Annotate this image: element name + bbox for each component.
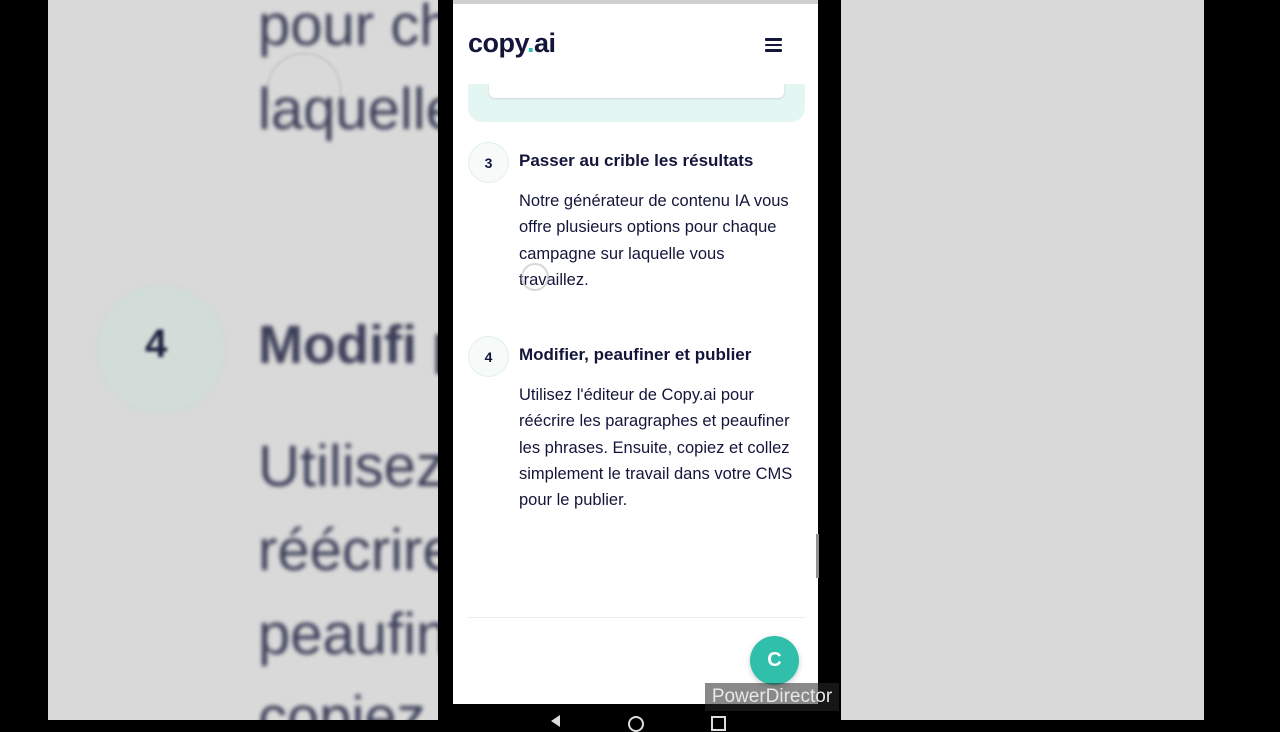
step-description: Notre générateur de contenu IA vous offr… — [519, 192, 789, 289]
site-header: copy.ai — [453, 4, 818, 84]
recents-icon[interactable] — [711, 716, 726, 731]
step-description: Utilisez l'éditeur de Copy.ai pour réécr… — [519, 386, 793, 510]
step-title: Passer au crible les résultats — [519, 151, 754, 170]
scrollbar[interactable] — [816, 534, 819, 578]
previous-step-card — [468, 84, 805, 122]
chat-icon: C — [767, 649, 782, 671]
logo-dot: . — [527, 28, 535, 58]
phone-frame: copy.ai 3 Passer au crible les résultats… — [438, 0, 841, 720]
hamburger-menu-icon[interactable] — [765, 38, 782, 52]
phone-screen: copy.ai 3 Passer au crible les résultats… — [453, 0, 818, 704]
step-number-badge: 4 — [468, 336, 509, 377]
background-step-number: 4 — [145, 322, 168, 366]
section-divider — [468, 617, 805, 618]
copyai-logo[interactable]: copy.ai — [468, 28, 556, 59]
chat-button[interactable]: C — [750, 636, 799, 685]
back-icon[interactable] — [551, 715, 560, 727]
step-title: Modifier, peaufiner et publier — [519, 345, 752, 364]
card-inner-panel — [489, 84, 784, 98]
powerdirector-watermark: PowerDirector — [705, 683, 839, 711]
home-icon[interactable] — [628, 716, 644, 732]
logo-main: copy — [468, 28, 528, 58]
touch-indicator — [521, 263, 549, 291]
step-number-badge: 3 — [468, 142, 509, 183]
logo-suffix: ai — [534, 28, 556, 58]
